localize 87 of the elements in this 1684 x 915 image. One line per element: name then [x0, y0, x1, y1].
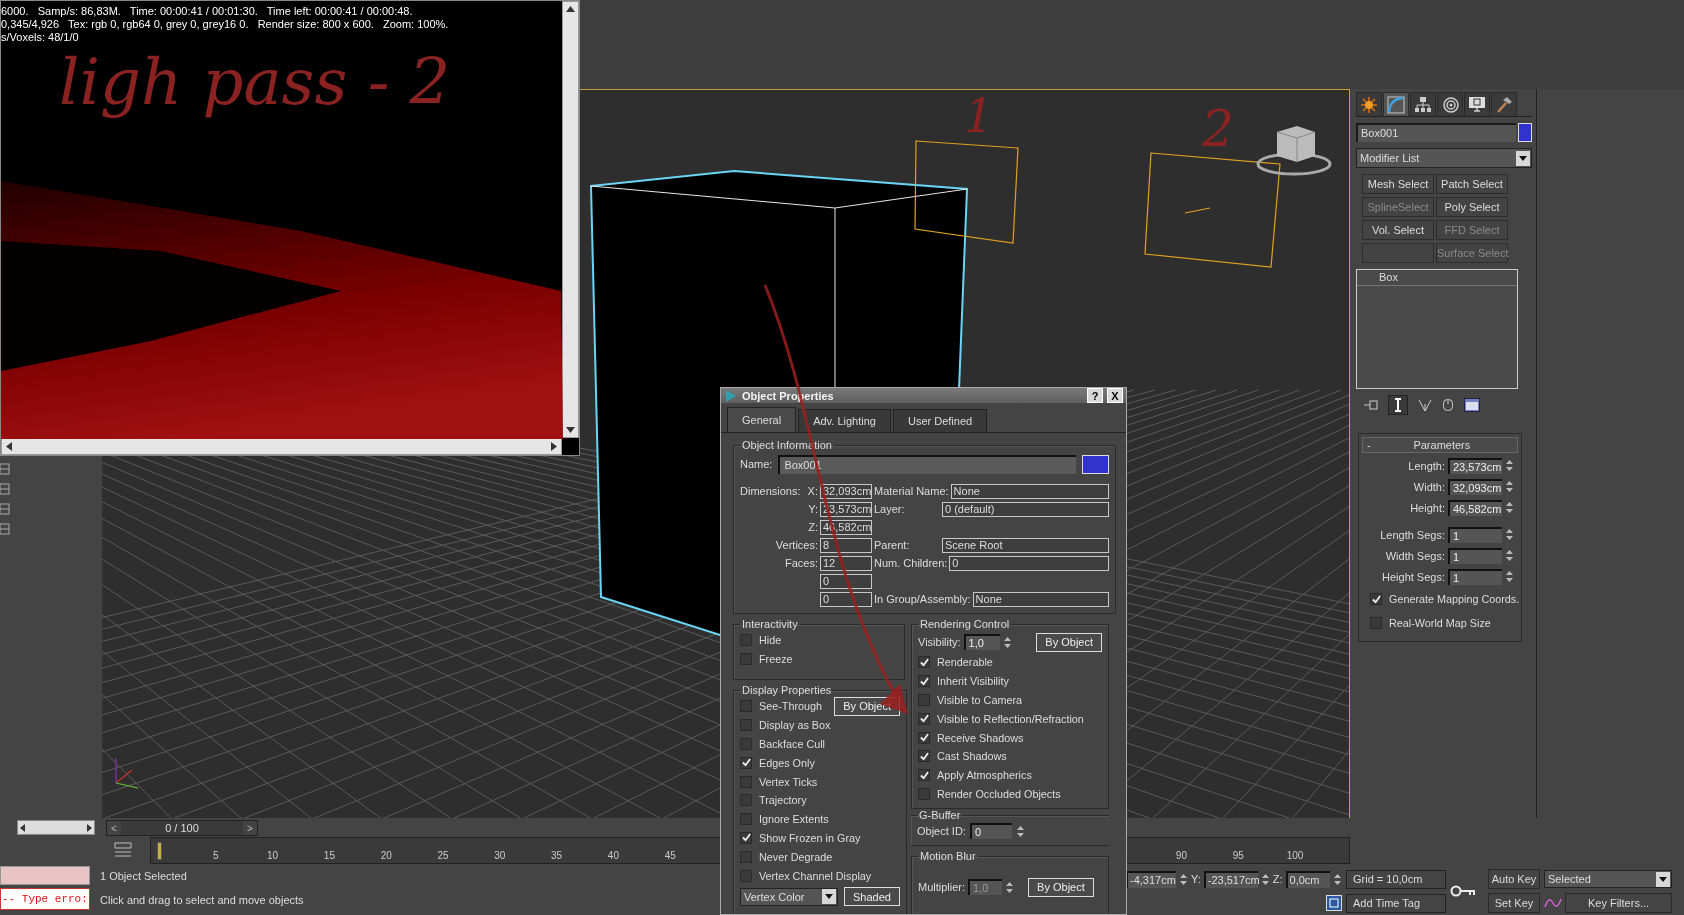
field-label: Visibility: [918, 636, 961, 648]
frame-number: 15 [323, 850, 335, 861]
checkbox-label: Visible to Reflection/Refraction [937, 712, 1084, 725]
checkbox-label: Real-World Map Size [1389, 617, 1491, 629]
checkbox-label: Backface Cull [759, 738, 825, 750]
checkbox-label: Generate Mapping Coords. [1389, 593, 1520, 605]
frame-number: 45 [664, 850, 676, 861]
frame-number: 25 [437, 850, 449, 861]
checkbox-label: Edges Only [759, 756, 815, 769]
prompt-text: Click and drag to select and move objects [100, 894, 305, 906]
group-title: Display Properties [741, 684, 833, 696]
field-label: Material Name: [874, 485, 949, 497]
field-label: Parent: [874, 539, 911, 551]
frame-number: 10 [267, 850, 279, 861]
field-label: Z: [807, 521, 818, 533]
parameter-label: Width Segs: [1385, 549, 1445, 562]
axis-label: Z: [1272, 873, 1283, 885]
checkbox-label: Freeze [759, 653, 793, 666]
info-field: None [972, 591, 1109, 607]
frame-counter: 0 / 100 [165, 822, 199, 834]
info-field: 8 [820, 537, 872, 553]
checkbox-label: Hide [759, 634, 782, 647]
field-label: Y: [807, 503, 818, 515]
axis-label: Y: [1191, 873, 1201, 885]
parameter-label: Height Segs: [1382, 570, 1445, 583]
field-label: Num. Children: [874, 557, 948, 569]
field-label: Dimensions: [740, 485, 800, 497]
field-label: Object ID: [917, 825, 966, 838]
group-title: Rendering Control [919, 618, 1011, 630]
frame-number: 40 [607, 850, 619, 861]
handwritten-note: 1 [964, 90, 994, 143]
checkbox-label: Apply Atmospherics [937, 769, 1032, 782]
frame-number: 5 [213, 850, 219, 861]
group-title: Interactivity [741, 618, 799, 630]
checkbox-label: Visible to Camera [937, 694, 1022, 706]
field-label: Name: [740, 458, 773, 470]
parameter-label: Length: [1408, 459, 1445, 472]
handwritten-note: 2 [1202, 100, 1234, 158]
checkbox-label: Cast Shadows [937, 750, 1007, 763]
parameter-label: Width: [1413, 480, 1445, 493]
frame-number: 100 [1286, 850, 1304, 861]
checkbox-label: Display as Box [759, 719, 831, 732]
handwritten-note: ligh pass - 2 [59, 45, 451, 119]
checkbox-label: Renderable [937, 656, 993, 669]
info-field: 0 (default) [942, 501, 1109, 517]
info-field: 0 [820, 573, 872, 589]
field-label: In Group/Assembly: [874, 593, 971, 605]
rollout-title: Parameters [1412, 439, 1472, 451]
dialog-title: Object Properties [742, 389, 835, 402]
checkbox-label: Vertex Ticks [759, 775, 818, 788]
info-field: 12 [820, 555, 872, 571]
checkbox-label: Never Degrade [759, 850, 833, 863]
grid-info: Grid = 10,0cm [1346, 869, 1446, 889]
frame-number: 30 [494, 850, 506, 861]
group-title: G-Buffer [918, 809, 962, 822]
render-stats: s/Voxels: 48/1/0 [1, 31, 80, 44]
checkbox-label: Vertex Channel Display [759, 869, 872, 882]
field-label: X: [806, 485, 818, 497]
render-stats: 6000. Samp/s: 86,83M. Time: 00:00:41 / 00:01:30. Time left: 00:00:41 / 00:00:48. [1, 5, 414, 18]
frame-number: 20 [380, 850, 392, 861]
group-title: Motion Blur [919, 850, 977, 863]
selection-status: 1 Object Selected [100, 870, 188, 882]
field-label: Multiplier: [918, 881, 966, 894]
frame-number: 35 [551, 850, 563, 861]
checkbox-label: Render Occluded Objects [937, 787, 1061, 800]
parameter-label: Height: [1410, 501, 1445, 514]
frame-number: 95 [1232, 850, 1244, 861]
info-field: None [950, 483, 1109, 499]
checkbox-label: Receive Shadows [937, 731, 1024, 744]
checkbox-label: See-Through [759, 700, 824, 713]
render-stats: 0,345/4,926 Tex: rgb 0, rgb64 0, grey 0, grey16 0. Render size: 800 x 600. Zoom: 100%. [1, 18, 450, 31]
group-title: Object Information [741, 439, 833, 451]
info-field: 0 [949, 555, 1109, 571]
field-label: Layer: [874, 503, 906, 515]
checkbox-label: Trajectory [759, 794, 807, 807]
parameter-label: Length Segs: [1380, 528, 1445, 541]
checkbox-label: Ignore Extents [759, 813, 829, 826]
info-field: 32,093cm [820, 483, 872, 499]
checkbox-label: Inherit Visibility [937, 675, 1009, 688]
field-label: Faces: [784, 557, 818, 569]
frame-number: 90 [1175, 850, 1187, 861]
info-field: 46,582cm [820, 519, 872, 535]
field-label: Vertices: [774, 539, 818, 551]
checkbox-label: Show Frozen in Gray [759, 831, 861, 844]
info-field: 0 [820, 591, 872, 607]
info-field: 23,573cm [820, 501, 872, 517]
info-field: Scene Root [942, 537, 1109, 553]
